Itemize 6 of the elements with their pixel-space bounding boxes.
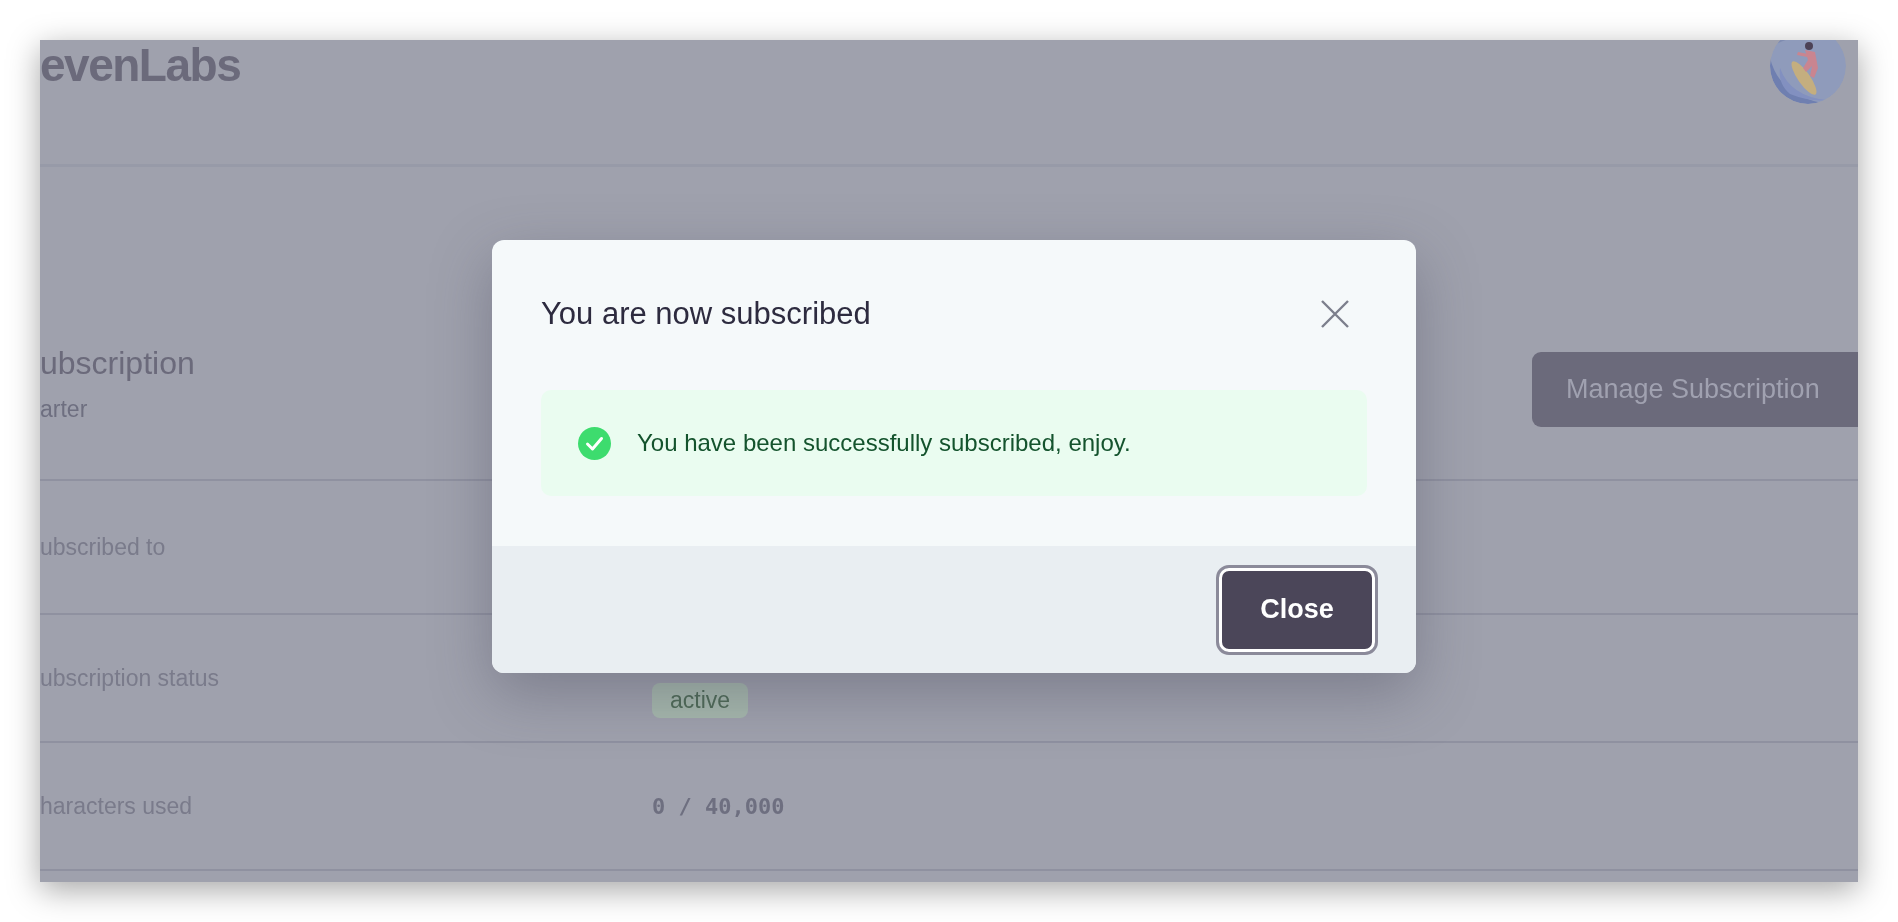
dialog-title: You are now subscribed (541, 296, 871, 332)
close-button[interactable]: Close (1219, 567, 1375, 652)
check-circle-icon (578, 426, 611, 460)
status-badge: active (652, 682, 749, 718)
close-icon[interactable] (1319, 298, 1351, 330)
alert-message: You have been successfully subscribed, enjoy. (637, 429, 1131, 457)
